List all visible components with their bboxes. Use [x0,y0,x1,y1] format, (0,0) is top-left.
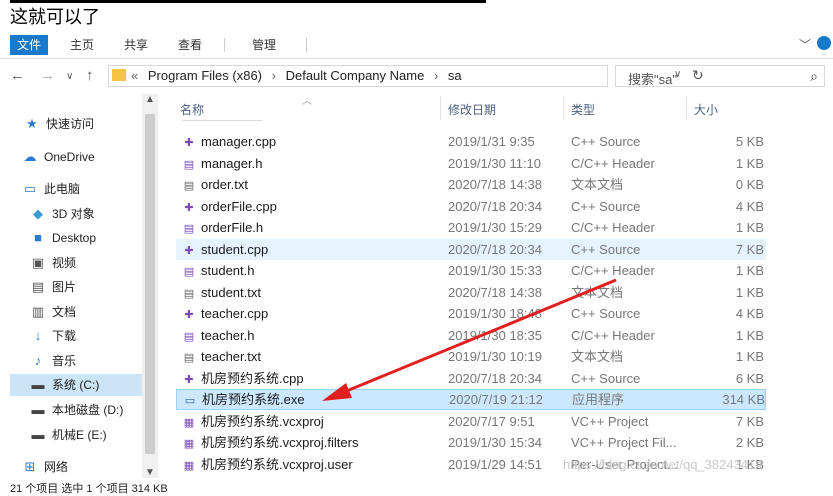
arrow-shaft [331,278,617,399]
arrow-head [322,383,352,401]
annotation-red-arrow [322,278,617,401]
